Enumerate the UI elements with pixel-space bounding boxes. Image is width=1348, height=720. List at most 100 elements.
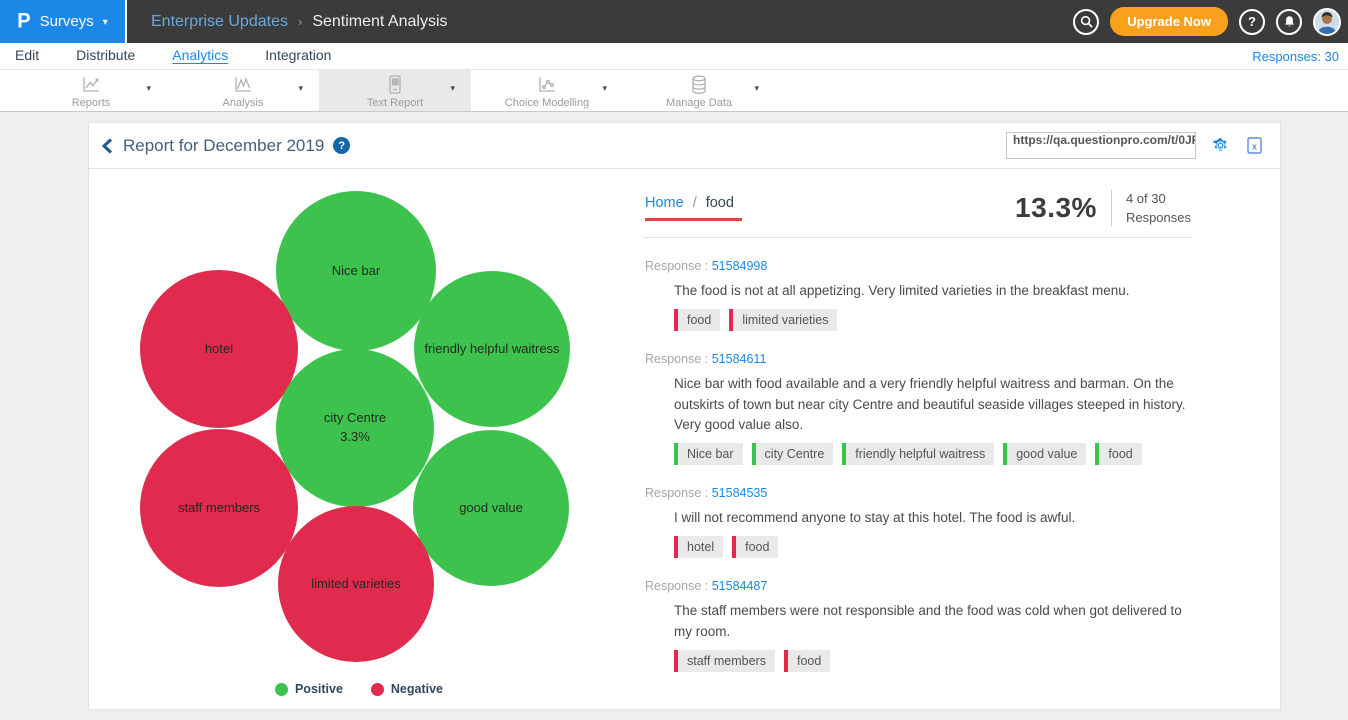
choice-modelling-icon (537, 75, 557, 95)
nav-tab-integration[interactable]: Integration (265, 47, 331, 65)
bubble-label: friendly helpful waitress (424, 340, 559, 359)
response-label: Response : 51584535 (645, 486, 1191, 500)
stats-divider (1111, 190, 1112, 226)
toolbar-item-choice-modelling[interactable]: Choice Modelling▾ (471, 70, 623, 111)
tag-food[interactable]: food (1095, 443, 1141, 465)
breadcrumb-separator-icon: › (298, 14, 302, 29)
bubble-good-value[interactable]: good value (413, 430, 569, 586)
tag-food[interactable]: food (674, 309, 720, 331)
response-item: Response : 51584611 Nice bar with food av… (645, 352, 1191, 466)
response-id-link[interactable]: 51584535 (712, 486, 768, 500)
nav-tab-distribute[interactable]: Distribute (76, 47, 135, 65)
avatar-photo (1315, 10, 1339, 34)
tag-city-centre[interactable]: city Centre (752, 443, 834, 465)
report-panel: Report for December 2019 ? https://qa.qu… (88, 122, 1281, 710)
page-title: Report for December 2019 (123, 136, 324, 156)
tag-food[interactable]: food (732, 536, 778, 558)
export-excel-icon[interactable]: x (1247, 137, 1262, 154)
nav-tab-analytics[interactable]: Analytics (172, 47, 228, 65)
analysis-chart-icon (233, 75, 253, 95)
title-help-icon[interactable]: ? (333, 137, 350, 154)
breadcrumb-home-link[interactable]: Home (645, 195, 684, 211)
tag-food[interactable]: food (784, 650, 830, 672)
bubble-limited-varieties[interactable]: limited varieties (278, 506, 434, 662)
tag-staff-members[interactable]: staff members (674, 650, 775, 672)
toolbar-dropdown-caret-icon[interactable]: ▾ (298, 83, 303, 94)
toolbar-item-manage-data[interactable]: Manage Data ▾ (623, 70, 775, 111)
bell-icon (1283, 15, 1296, 28)
tag-good-value[interactable]: good value (1003, 443, 1086, 465)
response-text: The food is not at all appetizing. Very … (674, 281, 1186, 302)
response-id-link[interactable]: 51584611 (712, 352, 767, 366)
response-item: Response : 51584535I will not recommend … (645, 486, 1191, 558)
bubble-label: Nice bar (332, 262, 380, 281)
search-button[interactable] (1073, 9, 1099, 35)
breadcrumb: Enterprise Updates › Sentiment Analysis (151, 13, 448, 31)
report-url-input[interactable]: https://qa.questionpro.com/t/0JR2 (1006, 132, 1196, 159)
response-tags: hotel food (674, 536, 1191, 558)
legend-label: Positive (295, 682, 343, 696)
response-text: Nice bar with food available and a very … (674, 374, 1186, 437)
breadcrumb-current-tag: food (706, 195, 734, 211)
legend-item-positive: Positive (275, 682, 343, 696)
toolbar-item-label: Analysis (223, 97, 264, 109)
responses-count[interactable]: Responses: 30 (1252, 49, 1339, 64)
question-mark-icon: ? (1248, 14, 1256, 29)
bubble-label: city Centre3.3% (324, 409, 386, 447)
nav-tab-edit[interactable]: Edit (15, 47, 39, 65)
response-tags: staff members food (674, 650, 1191, 672)
topbar-actions: Upgrade Now ? (1073, 7, 1348, 36)
bubble-hotel[interactable]: hotel (140, 270, 298, 428)
response-text: The staff members were not responsible a… (674, 601, 1186, 643)
upgrade-now-button[interactable]: Upgrade Now (1110, 7, 1228, 36)
toolbar-dropdown-caret-icon[interactable]: ▾ (450, 83, 455, 94)
response-item: Response : 51584998The food is not at al… (645, 259, 1191, 331)
back-button[interactable] (101, 138, 114, 154)
toolbar-item-label: Manage Data (666, 97, 732, 109)
toolbar-dropdown-caret-icon[interactable]: ▾ (146, 83, 151, 94)
toolbar-dropdown-caret-icon[interactable]: ▾ (754, 83, 759, 94)
analytics-toolbar: Reports▾Analysis▾Text Report▾Choice Mode… (0, 70, 1348, 112)
toolbar-dropdown-caret-icon[interactable]: ▾ (602, 83, 607, 94)
reports-chart-icon (81, 75, 101, 95)
toolbar-item-label: Text Report (367, 97, 423, 109)
bubble-nice-bar[interactable]: Nice bar (276, 191, 436, 351)
survey-nav: Edit Distribute Analytics Integration Respo… (0, 43, 1348, 70)
bubble-friendly-helpful-waitress[interactable]: friendly helpful waitress (414, 271, 570, 427)
survey-nav-tabs: Edit Distribute Analytics Integration (0, 47, 331, 65)
response-id-link[interactable]: 51584487 (712, 579, 768, 593)
report-header: Report for December 2019 ? https://qa.qu… (89, 123, 1280, 169)
product-switcher[interactable]: P Surveys ▾ (0, 0, 127, 43)
response-label: Response : 51584487 (645, 579, 1191, 593)
bubble-city-centre[interactable]: city Centre3.3% (276, 349, 434, 507)
svg-text:x: x (1252, 142, 1257, 152)
settings-gear-icon[interactable] (1212, 137, 1229, 154)
response-id-link[interactable]: 51584998 (712, 259, 768, 273)
search-icon (1080, 15, 1093, 28)
notifications-button[interactable] (1276, 9, 1302, 35)
detail-header: Home / food 13.3% 4 of 30 Responses (645, 189, 1191, 238)
questionpro-logo-icon: P (17, 9, 30, 33)
breadcrumb-survey-folder[interactable]: Enterprise Updates (151, 13, 288, 31)
legend-item-negative: Negative (371, 682, 443, 696)
user-avatar[interactable] (1313, 8, 1341, 36)
bubble-staff-members[interactable]: staff members (140, 429, 298, 587)
text-report-icon (388, 75, 402, 95)
detail-stats: 13.3% 4 of 30 Responses (1015, 189, 1191, 228)
toolbar-item-text-report[interactable]: Text Report ▾ (319, 70, 471, 111)
tag-hotel[interactable]: hotel (674, 536, 723, 558)
legend-label: Negative (391, 682, 443, 696)
toolbar-item-reports[interactable]: Reports▾ (15, 70, 167, 111)
tag-nice-bar[interactable]: Nice bar (674, 443, 743, 465)
response-ratio-line1: 4 of 30 (1126, 190, 1191, 209)
tag-limited-varieties[interactable]: limited varieties (729, 309, 837, 331)
response-label: Response : 51584611 (645, 352, 1191, 366)
bubble-label: hotel (205, 340, 233, 359)
tag-friendly-helpful-waitress[interactable]: friendly helpful waitress (842, 443, 994, 465)
toolbar-item-analysis[interactable]: Analysis ▾ (167, 70, 319, 111)
help-button[interactable]: ? (1239, 9, 1265, 35)
main-area: Report for December 2019 ? https://qa.qu… (0, 112, 1348, 720)
chevron-left-icon (101, 138, 114, 154)
chevron-down-icon: ▾ (103, 17, 108, 28)
response-list: Response : 51584998The food is not at al… (645, 259, 1191, 672)
